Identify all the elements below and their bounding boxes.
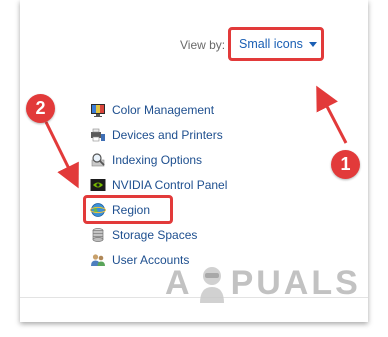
annotation-arrows [44,85,348,189]
step-1-badge: 1 [331,150,360,179]
arrow-to-region [44,121,79,189]
arrow-to-view-by [316,85,348,144]
step-2-badge: 2 [26,94,55,123]
